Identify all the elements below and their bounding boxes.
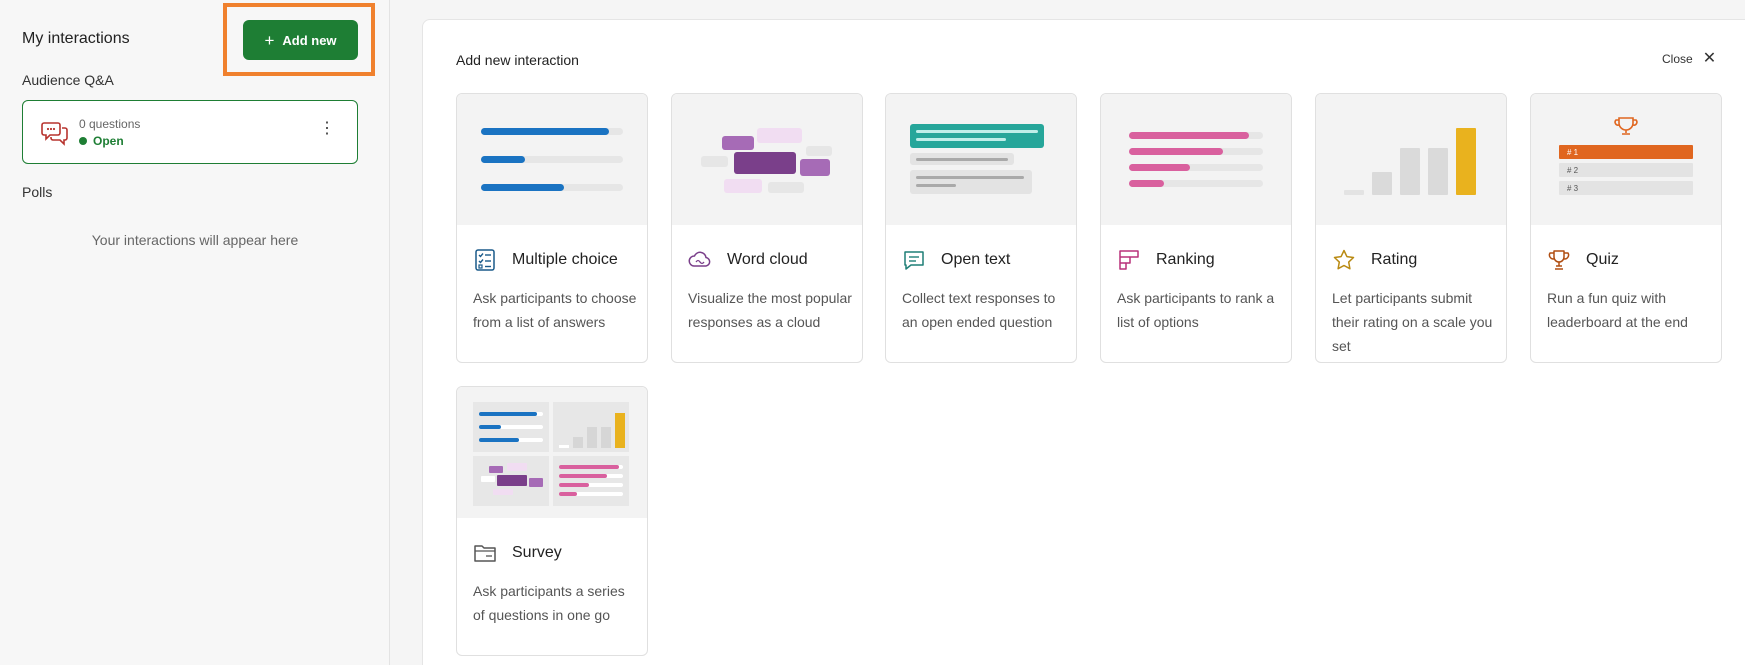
- open-text-preview: [886, 94, 1076, 225]
- quiz-rank-2: # 2: [1567, 166, 1579, 175]
- multiple-choice-preview: [457, 94, 647, 225]
- sidebar-title: My interactions: [22, 30, 130, 47]
- close-button[interactable]: Close ✕: [1662, 50, 1717, 67]
- qa-interaction-card[interactable]: 0 questions Open ⋮: [22, 100, 358, 164]
- panel-title: Add new interaction: [456, 52, 579, 68]
- card-description: Ask participants to choose from a list o…: [473, 290, 637, 330]
- card-title: Open text: [941, 251, 1011, 268]
- section-audience-qa: Audience Q&A: [22, 72, 114, 88]
- add-interaction-panel: Add new interaction Close ✕ Multiple cho…: [422, 19, 1745, 665]
- more-options-icon[interactable]: ⋮: [319, 121, 335, 137]
- section-polls: Polls: [22, 184, 53, 200]
- card-description: Collect text responses to an open ended …: [902, 290, 1056, 330]
- card-multiple-choice[interactable]: Multiple choice Ask participants to choo…: [456, 93, 648, 363]
- card-description: Visualize the most popular responses as …: [688, 290, 852, 330]
- quiz-rank-3: # 3: [1567, 184, 1579, 193]
- star-icon: [1333, 249, 1355, 270]
- quiz-preview: # 1 # 2 # 3: [1531, 94, 1721, 225]
- chat-bubbles-icon: [41, 122, 68, 146]
- card-title: Quiz: [1586, 251, 1619, 268]
- sidebar: My interactions + Add new Audience Q&A 0…: [0, 0, 390, 665]
- card-description: Let participants submit their rating on …: [1332, 290, 1493, 354]
- card-title: Multiple choice: [512, 251, 618, 268]
- quiz-rank-1: # 1: [1567, 148, 1579, 157]
- status-dot: [79, 137, 87, 145]
- card-open-text[interactable]: Open text Collect text responses to an o…: [885, 93, 1077, 363]
- card-title: Word cloud: [727, 251, 808, 268]
- card-title: Survey: [512, 544, 562, 561]
- card-title: Rating: [1371, 251, 1418, 268]
- trophy-icon: [1548, 250, 1570, 270]
- qa-status-badge: Open: [79, 134, 124, 148]
- close-icon: ✕: [1702, 50, 1717, 67]
- card-survey[interactable]: Survey Ask participants a series of ques…: [456, 386, 648, 656]
- survey-preview: [457, 387, 647, 518]
- qa-question-count: 0 questions: [79, 117, 141, 131]
- word-cloud-preview: [672, 94, 862, 225]
- add-new-button[interactable]: + Add new: [243, 20, 358, 60]
- card-description: Ask participants a series of questions i…: [473, 583, 625, 623]
- card-rating[interactable]: Rating Let participants submit their rat…: [1315, 93, 1507, 363]
- folder-icon: [474, 545, 496, 562]
- card-quiz[interactable]: # 1 # 2 # 3 Quiz Run a fun quiz with lea…: [1530, 93, 1722, 363]
- qa-status-label: Open: [93, 134, 124, 148]
- rating-preview: [1316, 94, 1506, 225]
- card-word-cloud[interactable]: Word cloud Visualize the most popular re…: [671, 93, 863, 363]
- card-description: Ask participants to rank a list of optio…: [1117, 290, 1275, 330]
- ranking-preview: [1101, 94, 1291, 225]
- card-title: Ranking: [1156, 251, 1215, 268]
- ranking-icon: [1119, 250, 1139, 270]
- empty-state-text: Your interactions will appear here: [91, 232, 299, 248]
- plus-icon: +: [264, 30, 275, 50]
- add-new-label: Add new: [282, 32, 337, 48]
- card-ranking[interactable]: Ranking Ask participants to rank a list …: [1100, 93, 1292, 363]
- chat-icon: [904, 251, 924, 270]
- checklist-icon: [475, 249, 495, 271]
- card-description: Run a fun quiz with leaderboard at the e…: [1547, 290, 1688, 330]
- close-label: Close: [1662, 52, 1693, 66]
- cloud-icon: [688, 251, 711, 267]
